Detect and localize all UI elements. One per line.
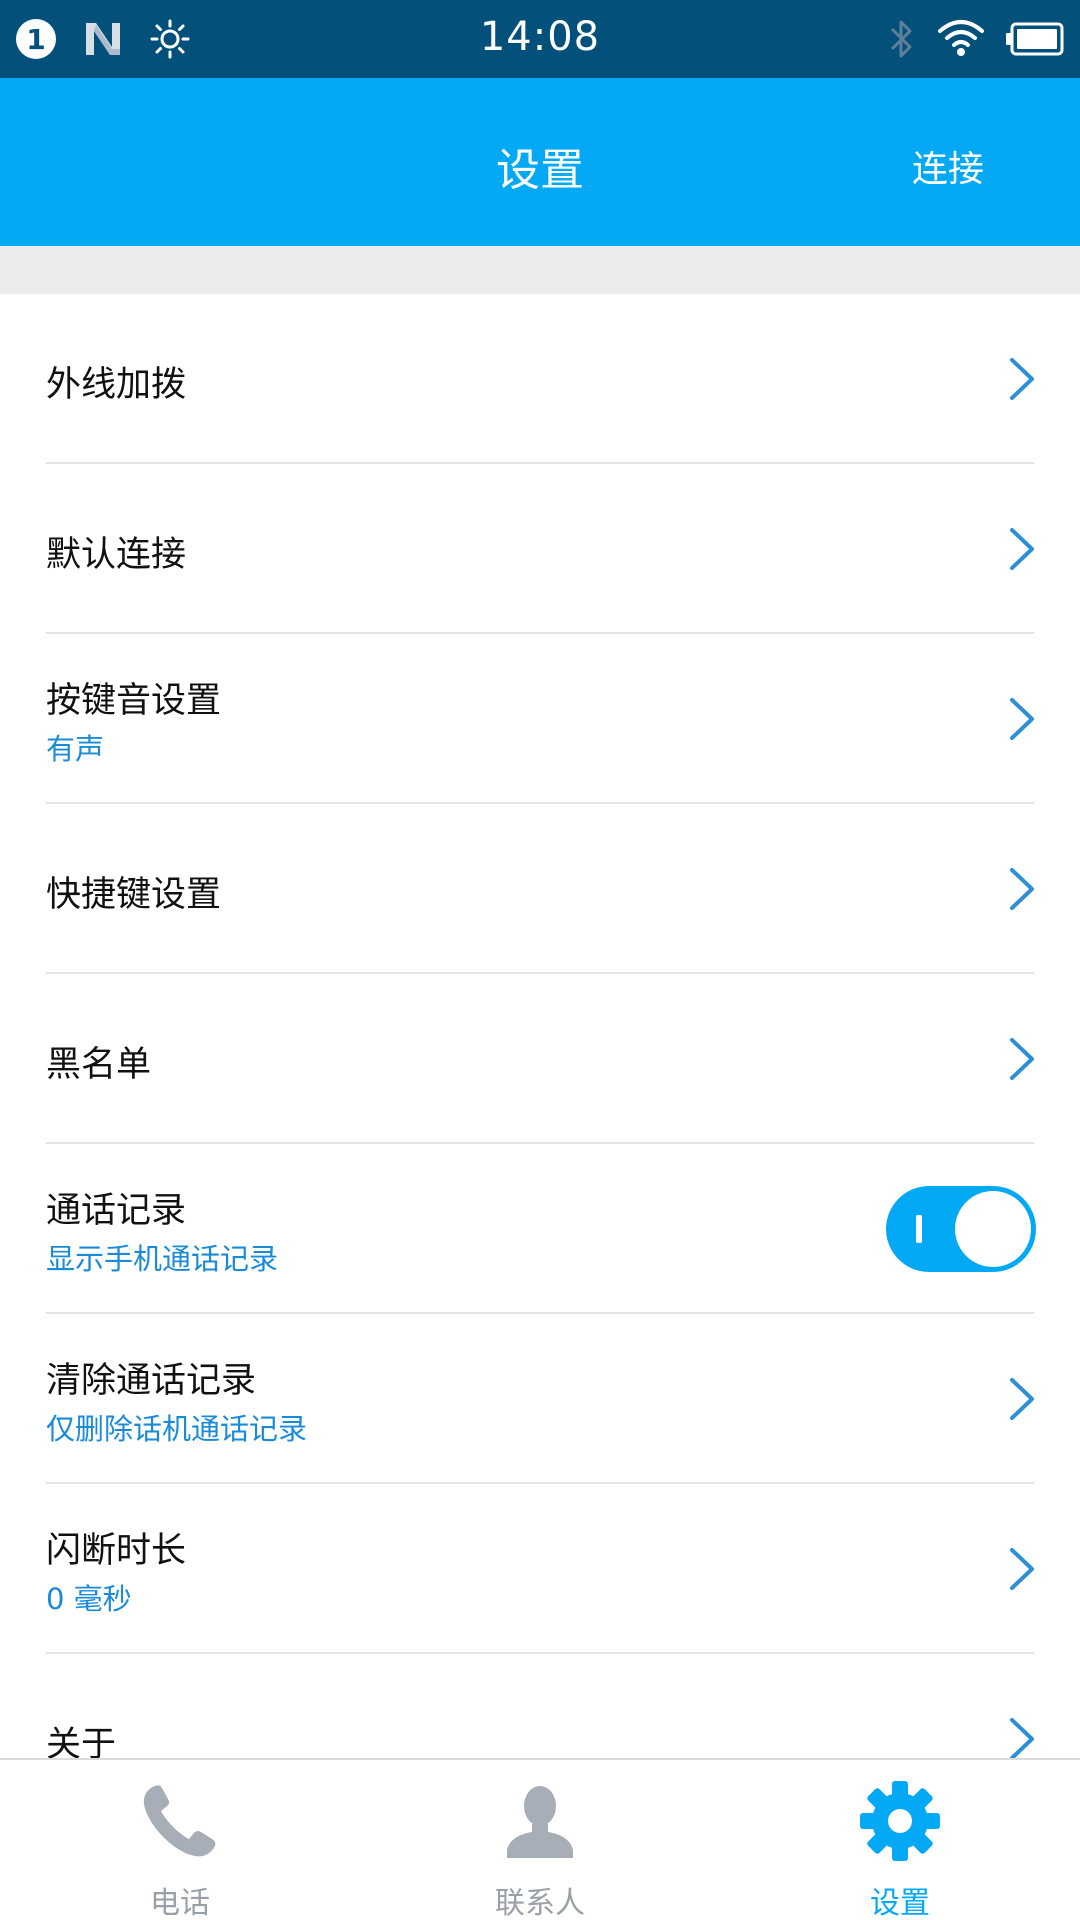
nav-item-phone[interactable]: 电话	[0, 1760, 360, 1920]
setting-title: 关于	[46, 1725, 117, 1758]
chevron-right-icon	[1010, 1038, 1034, 1080]
status-bar-right	[886, 14, 1064, 64]
bottom-nav: 电话 联系人 设置	[0, 1758, 1080, 1920]
phone-icon	[143, 1785, 216, 1857]
setting-row-call-log: 通话记录 显示手机通话记录	[46, 1144, 1036, 1314]
section-gap	[0, 246, 1080, 294]
bluetooth-icon	[890, 20, 912, 58]
nav-label: 电话	[150, 1886, 210, 1920]
wifi-icon	[938, 20, 984, 56]
chevron-right-icon	[1010, 1378, 1034, 1420]
app-root: 1 14:08 设置 连接 外线加拨 默认连接 按键音设置 有声 快捷键设置 黑…	[0, 0, 1080, 1920]
setting-title: 快捷键设置	[46, 875, 222, 915]
chevron-right-icon	[1010, 1718, 1034, 1758]
setting-title: 默认连接	[46, 535, 187, 575]
connect-button[interactable]: 连接	[912, 140, 984, 192]
setting-subtitle: 0 毫秒	[46, 1582, 132, 1616]
toggle-on-indicator	[916, 1215, 922, 1243]
setting-row-keypad-tone[interactable]: 按键音设置 有声	[46, 634, 1034, 804]
setting-title: 按键音设置	[46, 681, 222, 721]
setting-subtitle: 仅删除话机通话记录	[46, 1412, 308, 1446]
gear-icon	[860, 1781, 940, 1861]
nav-item-settings[interactable]: 设置	[720, 1760, 1080, 1920]
setting-row-about[interactable]: 关于	[46, 1654, 1034, 1758]
setting-row-clear-call-log[interactable]: 清除通话记录 仅删除话机通话记录	[46, 1314, 1034, 1484]
person-icon	[507, 1786, 573, 1858]
setting-row-outside-line-prefix[interactable]: 外线加拨	[46, 294, 1034, 464]
status-bar: 1 14:08	[0, 0, 1080, 78]
chevron-right-icon	[1010, 868, 1034, 910]
setting-title: 黑名单	[46, 1045, 152, 1085]
chevron-right-icon	[1010, 1548, 1034, 1590]
setting-row-blacklist[interactable]: 黑名单	[46, 974, 1034, 1144]
nav-item-contacts[interactable]: 联系人	[360, 1760, 720, 1920]
nav-label: 设置	[870, 1886, 930, 1920]
chevron-right-icon	[1010, 358, 1034, 400]
toggle-knob	[955, 1191, 1031, 1267]
chevron-right-icon	[1010, 528, 1034, 570]
battery-icon	[1006, 22, 1064, 56]
settings-list: 外线加拨 默认连接 按键音设置 有声 快捷键设置 黑名单 通话记录 显示手机通话…	[0, 294, 1080, 1758]
setting-row-default-connection[interactable]: 默认连接	[46, 464, 1034, 634]
call-log-toggle[interactable]	[886, 1186, 1036, 1272]
setting-title: 外线加拨	[46, 365, 187, 405]
setting-title: 通话记录	[46, 1191, 187, 1231]
chevron-right-icon	[1010, 698, 1034, 740]
app-header: 设置 连接	[0, 78, 1080, 246]
setting-title: 清除通话记录	[46, 1361, 257, 1401]
nav-label: 联系人	[495, 1886, 585, 1920]
setting-subtitle: 显示手机通话记录	[46, 1242, 279, 1276]
setting-row-flash-duration[interactable]: 闪断时长 0 毫秒	[46, 1484, 1034, 1654]
setting-title: 闪断时长	[46, 1531, 187, 1571]
setting-subtitle: 有声	[46, 732, 105, 766]
setting-row-shortcut-keys[interactable]: 快捷键设置	[46, 804, 1034, 974]
